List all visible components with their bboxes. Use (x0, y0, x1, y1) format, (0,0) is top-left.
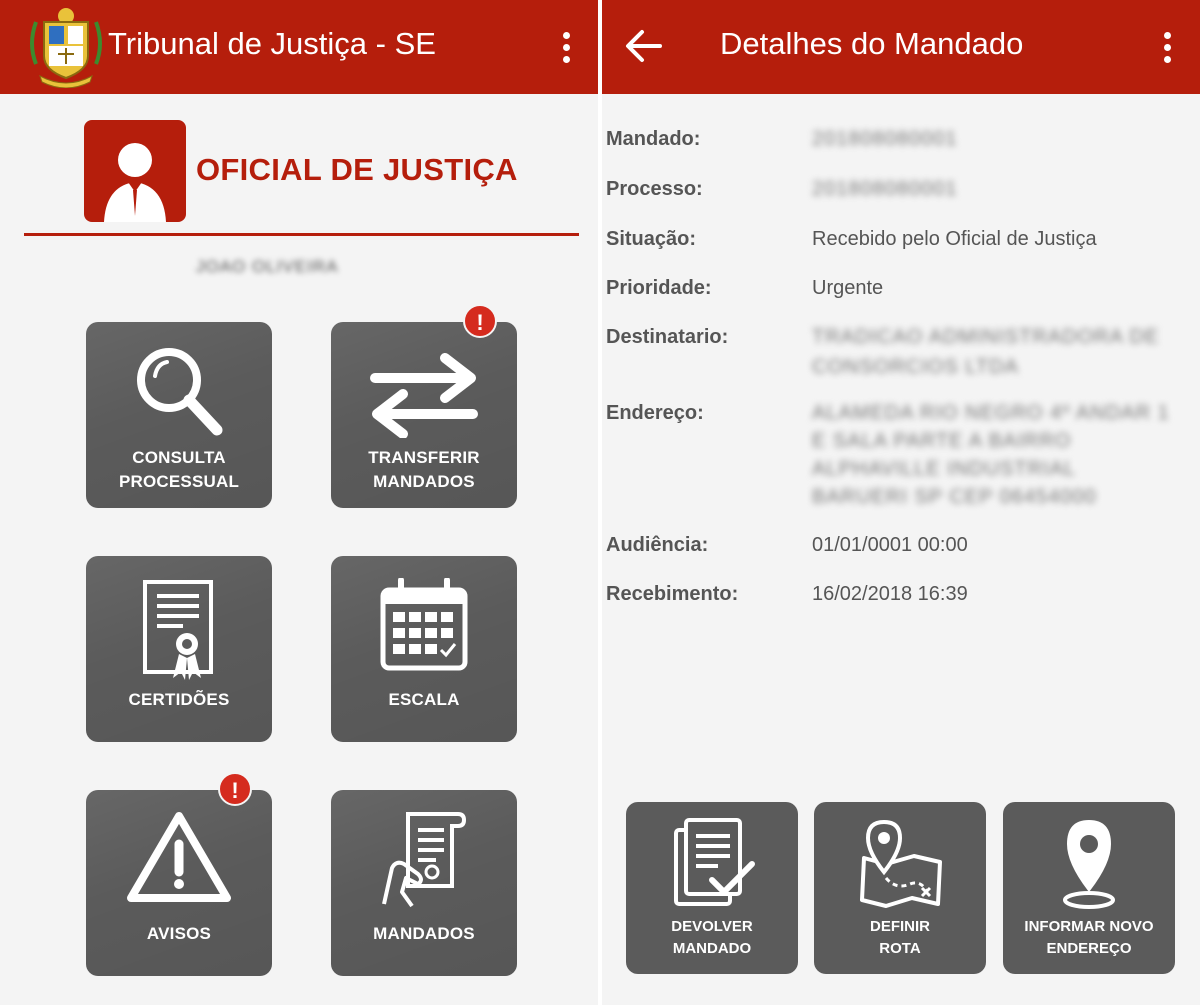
tile-label-line2: MANDADOS (373, 472, 475, 491)
tile-label: ESCALA (388, 690, 460, 709)
app-title: Tribunal de Justiça - SE (108, 26, 436, 61)
action-label-line1: DEVOLVER (671, 918, 753, 935)
action-label-line1: DEFINIR (870, 918, 930, 935)
return-document-icon (674, 818, 755, 906)
endereco-value-line2: E SALA PARTE A BAIRRO (812, 430, 1072, 452)
mandado-details-screen: Detalhes do Mandado Mandado: 20180808000… (602, 0, 1200, 1005)
warning-icon (127, 812, 231, 902)
profile-title: OFICIAL DE JUSTIÇA (196, 152, 518, 187)
action-label-line2: ENDEREÇO (1046, 940, 1132, 957)
home-screen: Tribunal de Justiça - SE OFICIAL DE JUST… (0, 0, 598, 1005)
magnifier-icon (137, 348, 223, 436)
definir-rota-button[interactable]: DEFINIR ROTA (814, 802, 986, 974)
destinatario-label: Destinatario: (606, 326, 729, 348)
avisos-tile[interactable]: AVISOS (86, 790, 272, 976)
certificate-icon (143, 580, 213, 680)
avisos-alert-badge: ! (218, 772, 252, 806)
audiencia-label: Audiência: (606, 534, 709, 556)
recebimento-value: 16/02/2018 16:39 (812, 583, 968, 605)
devolver-mandado-button[interactable]: DEVOLVER MANDADO (626, 802, 798, 974)
overflow-menu-icon[interactable] (1159, 28, 1175, 68)
screen-title: Detalhes do Mandado (720, 26, 1024, 61)
escala-tile[interactable]: ESCALA (331, 556, 517, 742)
overflow-menu-icon[interactable] (558, 28, 574, 68)
back-arrow-icon[interactable] (622, 26, 666, 66)
endereco-value-line3: ALPHAVILLE INDUSTRIAL (812, 458, 1077, 480)
endereco-value-line1: ALAMEDA RIO NEGRO 4º ANDAR 1 (812, 402, 1170, 424)
endereco-value-line4: BARUERI SP CEP 06454000 (812, 486, 1097, 508)
route-map-icon (860, 819, 942, 908)
transferir-mandados-tile[interactable]: TRANSFERIR MANDADOS (331, 322, 517, 508)
destinatario-value-line1: TRADICAO ADMINISTRADORA DE (812, 326, 1160, 348)
endereco-label: Endereço: (606, 402, 704, 424)
prioridade-label: Prioridade: (606, 277, 712, 299)
mandado-label: Mandado: (606, 128, 701, 150)
app-bar: Detalhes do Mandado (602, 0, 1200, 94)
calendar-icon (380, 578, 468, 671)
action-label-line1: INFORMAR NOVO (1024, 918, 1154, 935)
certidoes-tile[interactable]: CERTIDÕES (86, 556, 272, 742)
document-hand-icon (382, 812, 467, 908)
tile-label: AVISOS (146, 924, 212, 943)
tile-label-line1: TRANSFERIR (368, 448, 480, 467)
processo-label: Processo: (606, 178, 703, 200)
prioridade-value: Urgente (812, 277, 884, 299)
user-name: JOAO OLIVEIRA (196, 257, 339, 276)
tile-label-line1: CONSULTA (132, 448, 226, 467)
situacao-value: Recebido pelo Oficial de Justiça (812, 228, 1097, 250)
mandado-value: 201808080001 (812, 128, 958, 150)
officer-avatar-icon (84, 120, 186, 222)
tile-label-line2: PROCESSUAL (118, 472, 240, 491)
informar-novo-endereco-button[interactable]: INFORMAR NOVO ENDEREÇO (1003, 802, 1175, 974)
recebimento-label: Recebimento: (606, 583, 739, 605)
audiencia-value: 01/01/0001 00:00 (812, 534, 968, 556)
location-pin-icon (1063, 820, 1115, 909)
tile-label: MANDADOS (373, 924, 475, 943)
transfer-arrows-icon (370, 353, 478, 438)
action-label-line2: MANDADO (672, 940, 752, 957)
profile-divider (24, 233, 579, 236)
tile-label: CERTIDÕES (128, 690, 230, 709)
consulta-processual-tile[interactable]: CONSULTA PROCESSUAL (86, 322, 272, 508)
destinatario-value-line2: CONSORCIOS LTDA (812, 356, 1019, 378)
situacao-label: Situação: (606, 228, 697, 250)
court-crest-logo (30, 8, 102, 88)
action-label-line2: ROTA (879, 940, 921, 957)
mandados-tile[interactable]: MANDADOS (331, 790, 517, 976)
app-bar: Tribunal de Justiça - SE (0, 0, 598, 94)
transfer-alert-badge: ! (463, 304, 497, 338)
processo-value: 201808080001 (812, 178, 958, 200)
